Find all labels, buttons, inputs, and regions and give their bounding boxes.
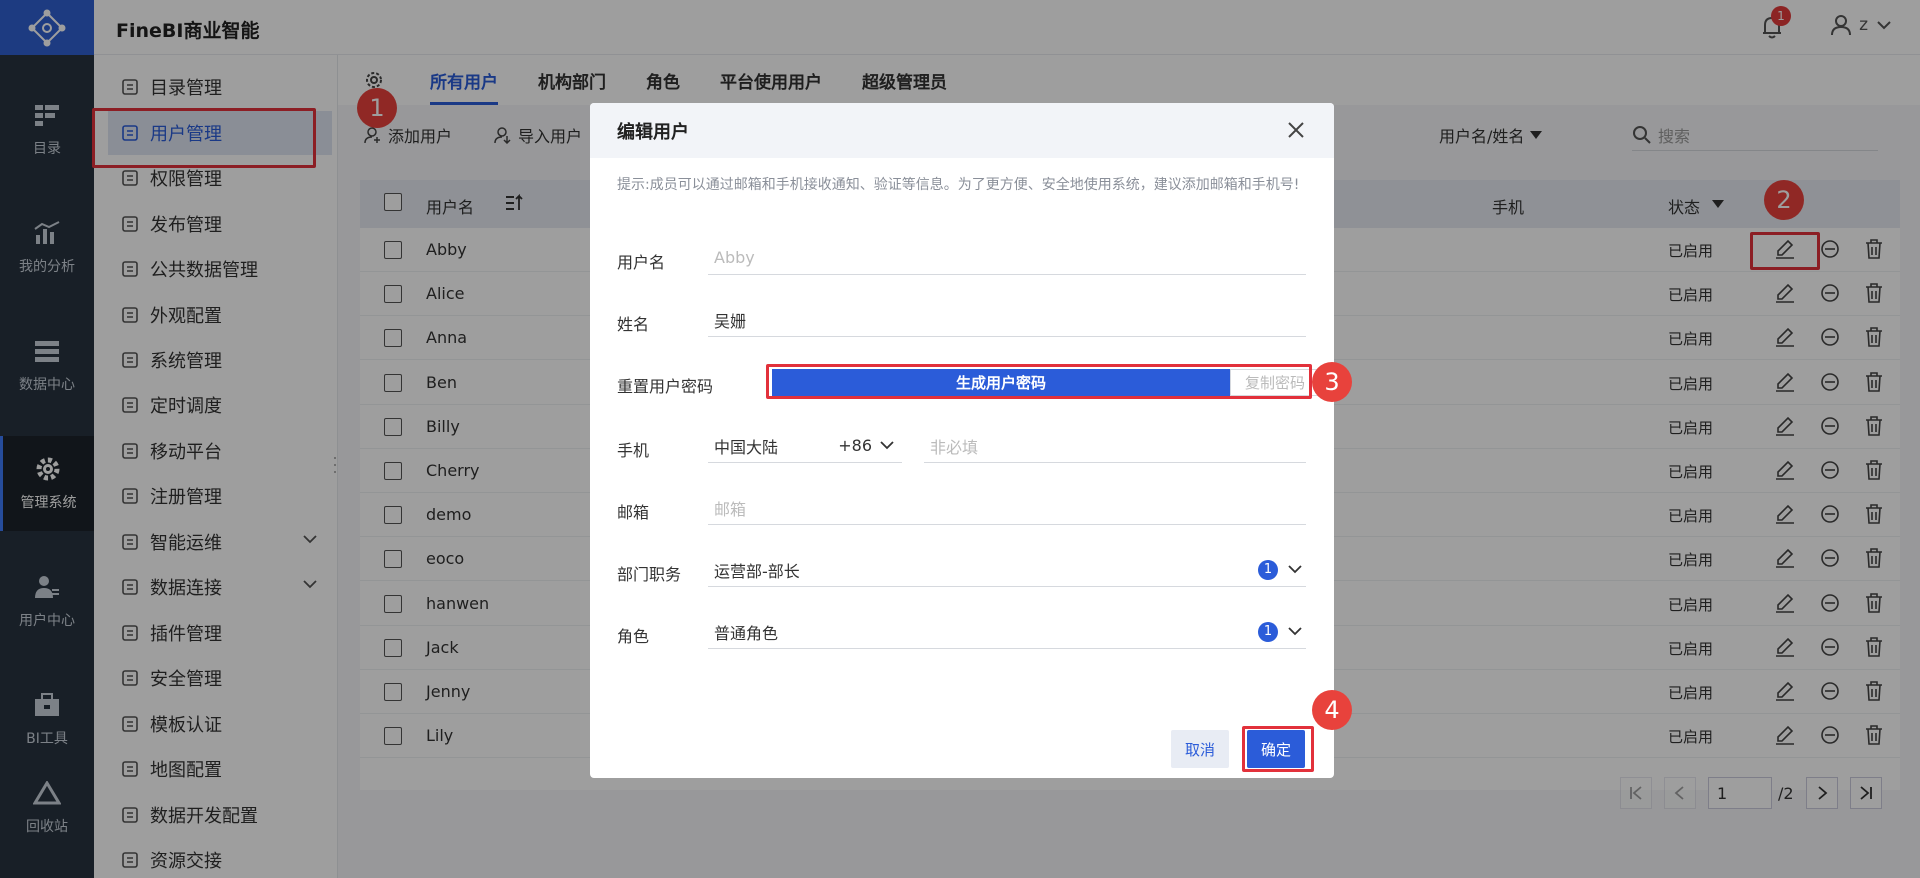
phone-input[interactable]: 非必填	[924, 429, 1306, 463]
phone-placeholder: 非必填	[930, 437, 979, 457]
email-placeholder: 邮箱	[714, 499, 747, 519]
chevron-down-icon	[880, 441, 894, 450]
highlight-password-row	[766, 364, 1312, 399]
role-count-badge: 1	[1258, 621, 1278, 642]
chevron-down-icon	[1288, 565, 1302, 574]
department-select[interactable]: 运营部-部长 1	[708, 553, 1306, 587]
edit-user-dialog: 编辑用户 提示:成员可以通过邮箱和手机接收通知、验证等信息。为了更方便、安全地使…	[590, 103, 1334, 778]
username-label: 用户名	[617, 253, 666, 272]
cancel-button[interactable]: 取消	[1171, 730, 1229, 768]
username-field: Abby	[708, 241, 1306, 275]
role-select[interactable]: 普通角色 1	[708, 615, 1306, 649]
username-value: Abby	[714, 248, 755, 267]
role-label: 角色	[617, 627, 650, 646]
department-value: 运营部-部长	[714, 561, 800, 581]
reset-password-label: 重置用户密码	[617, 377, 714, 396]
step-marker-4: 4	[1312, 690, 1352, 730]
phone-label: 手机	[617, 441, 650, 460]
name-value: 吴姗	[714, 311, 747, 331]
close-icon[interactable]	[1286, 120, 1306, 140]
highlight-confirm-button	[1242, 726, 1314, 772]
country-code-select[interactable]: 中国大陆 +86	[708, 429, 902, 463]
name-label: 姓名	[617, 315, 650, 334]
step-marker-3: 3	[1312, 362, 1352, 402]
department-label: 部门职务	[617, 565, 682, 584]
chevron-down-icon	[1288, 627, 1302, 636]
country-code: +86	[838, 436, 872, 455]
dialog-title: 编辑用户	[617, 121, 689, 143]
email-input[interactable]: 邮箱	[708, 491, 1306, 525]
dialog-tip: 提示:成员可以通过邮箱和手机接收通知、验证等信息。为了更方便、安全地使用系统，建…	[617, 177, 1300, 193]
email-label: 邮箱	[617, 503, 650, 522]
name-field[interactable]: 吴姗	[708, 303, 1306, 337]
region-value: 中国大陆	[714, 437, 779, 457]
department-count-badge: 1	[1258, 559, 1278, 580]
role-value: 普通角色	[714, 623, 779, 643]
dialog-header: 编辑用户	[590, 103, 1334, 158]
